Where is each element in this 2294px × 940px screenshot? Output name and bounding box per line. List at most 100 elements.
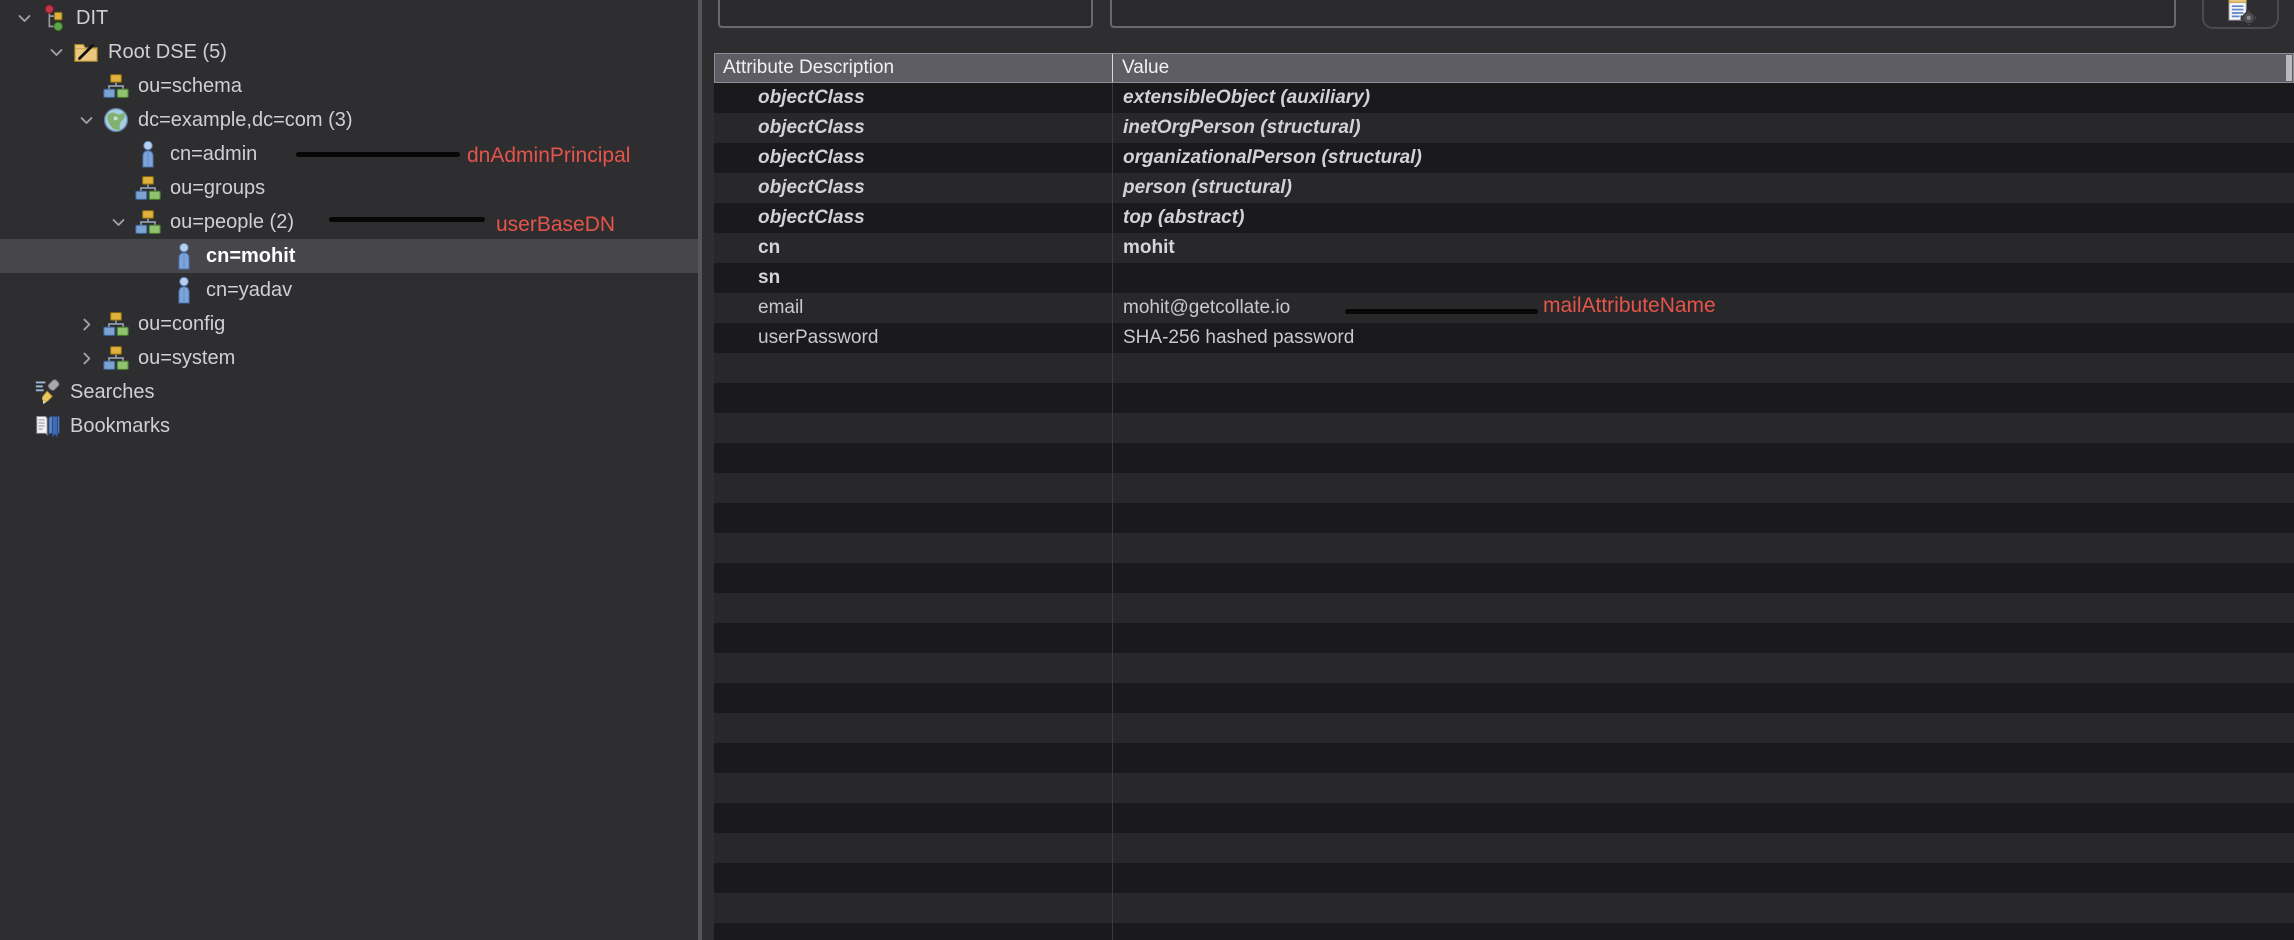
table-row-empty[interactable] bbox=[714, 473, 2294, 503]
chevron-down-icon[interactable] bbox=[70, 103, 102, 137]
tree-item-label: ou=config bbox=[138, 313, 225, 336]
attribute-value: top (abstract) bbox=[1123, 207, 1244, 229]
top-input-right[interactable] bbox=[1110, 0, 2176, 28]
tree-item-label: ou=system bbox=[138, 347, 235, 370]
table-row-empty[interactable] bbox=[714, 563, 2294, 593]
table-row-empty[interactable] bbox=[714, 683, 2294, 713]
tree-item-label: dc=example,dc=com (3) bbox=[138, 109, 353, 132]
attribute-table-body: objectClass extensibleObject (auxiliary)… bbox=[714, 83, 2294, 940]
org-unit-icon bbox=[102, 343, 129, 373]
annotation-line-user-base-dn bbox=[329, 217, 485, 222]
attribute-name: objectClass bbox=[758, 207, 865, 229]
tree-item-ou-system[interactable]: ou=system bbox=[0, 341, 698, 375]
attribute-value: mohit@getcollate.io bbox=[1123, 297, 1290, 319]
table-row-empty[interactable] bbox=[714, 803, 2294, 833]
dit-icon bbox=[40, 3, 67, 33]
column-header-attribute-description[interactable]: Attribute Description bbox=[715, 54, 1112, 82]
tree-item-label: Root DSE (5) bbox=[108, 41, 227, 64]
annotation-line-mail-attribute-name bbox=[1345, 309, 1538, 314]
expander-placeholder bbox=[138, 239, 170, 273]
table-row-empty[interactable] bbox=[714, 593, 2294, 623]
attribute-value: mohit bbox=[1123, 237, 1175, 259]
folder-edit-icon bbox=[72, 37, 99, 67]
annotation-label-mail-attribute-name: mailAttributeName bbox=[1543, 294, 1716, 318]
table-row[interactable]: userPassword SHA-256 hashed password bbox=[714, 323, 2294, 353]
table-row-empty[interactable] bbox=[714, 713, 2294, 743]
chevron-down-icon[interactable] bbox=[8, 1, 40, 35]
tree-item-label: ou=groups bbox=[170, 177, 265, 200]
table-row-empty[interactable] bbox=[714, 623, 2294, 653]
attribute-value: extensibleObject (auxiliary) bbox=[1123, 87, 1370, 109]
table-row[interactable]: sn bbox=[714, 263, 2294, 293]
tree-item-searches[interactable]: Searches bbox=[0, 375, 698, 409]
tree-item-ou-groups[interactable]: ou=groups bbox=[0, 171, 698, 205]
tree-item-cn-mohit[interactable]: cn=mohit bbox=[0, 239, 698, 273]
table-row-empty[interactable] bbox=[714, 923, 2294, 940]
table-row-empty[interactable] bbox=[714, 413, 2294, 443]
table-row-empty[interactable] bbox=[714, 383, 2294, 413]
tree-item-label: ou=schema bbox=[138, 75, 242, 98]
table-row-empty[interactable] bbox=[714, 353, 2294, 383]
table-row-empty[interactable] bbox=[714, 773, 2294, 803]
attribute-name: objectClass bbox=[758, 117, 865, 139]
tree-item-root-dse-5[interactable]: Root DSE (5) bbox=[0, 35, 698, 69]
tree-item-dit[interactable]: DIT bbox=[0, 1, 698, 35]
attribute-value: organizationalPerson (structural) bbox=[1123, 147, 1422, 169]
table-row[interactable]: objectClass top (abstract) bbox=[714, 203, 2294, 233]
table-row[interactable]: objectClass extensibleObject (auxiliary) bbox=[714, 83, 2294, 113]
attribute-name: cn bbox=[758, 237, 780, 259]
attribute-table: Attribute Description Value objectClass … bbox=[714, 53, 2294, 940]
table-row[interactable]: cn mohit bbox=[714, 233, 2294, 263]
table-row-empty[interactable] bbox=[714, 863, 2294, 893]
chevron-right-icon[interactable] bbox=[70, 341, 102, 375]
chevron-right-icon[interactable] bbox=[70, 307, 102, 341]
globe-icon bbox=[102, 105, 129, 135]
table-row[interactable]: objectClass organizationalPerson (struct… bbox=[714, 143, 2294, 173]
attribute-name: sn bbox=[758, 267, 780, 289]
ldap-browser-tree-panel: DIT Root DSE (5) ou=schema dc=example,dc… bbox=[0, 0, 698, 940]
tree-item-label: Bookmarks bbox=[70, 415, 170, 438]
expander-placeholder bbox=[102, 137, 134, 171]
chevron-down-icon[interactable] bbox=[40, 35, 72, 69]
table-row[interactable]: objectClass inetOrgPerson (structural) bbox=[714, 113, 2294, 143]
tree-item-dc-example-dc-com-3[interactable]: dc=example,dc=com (3) bbox=[0, 103, 698, 137]
org-unit-icon bbox=[134, 173, 161, 203]
chevron-down-icon[interactable] bbox=[102, 205, 134, 239]
person-icon bbox=[170, 275, 197, 305]
column-header-label: Value bbox=[1122, 57, 1169, 79]
table-row-empty[interactable] bbox=[714, 893, 2294, 923]
attribute-name: email bbox=[758, 297, 803, 319]
attribute-name: objectClass bbox=[758, 87, 865, 109]
tree-item-ou-schema[interactable]: ou=schema bbox=[0, 69, 698, 103]
searches-icon bbox=[34, 377, 61, 407]
table-row-empty[interactable] bbox=[714, 743, 2294, 773]
attribute-value: inetOrgPerson (structural) bbox=[1123, 117, 1361, 139]
table-row-empty[interactable] bbox=[714, 533, 2294, 563]
column-header-label: Attribute Description bbox=[723, 57, 894, 79]
table-row[interactable]: email mohit@getcollate.io bbox=[714, 293, 2294, 323]
header-scroll-corner bbox=[2286, 55, 2292, 81]
expander-placeholder bbox=[70, 69, 102, 103]
tree-item-bookmarks[interactable]: Bookmarks bbox=[0, 409, 698, 443]
tree-item-cn-yadav[interactable]: cn=yadav bbox=[0, 273, 698, 307]
table-row-empty[interactable] bbox=[714, 443, 2294, 473]
attribute-name: objectClass bbox=[758, 177, 865, 199]
attribute-value: SHA-256 hashed password bbox=[1123, 327, 1354, 349]
attribute-value: person (structural) bbox=[1123, 177, 1292, 199]
table-row-empty[interactable] bbox=[714, 503, 2294, 533]
table-row[interactable]: objectClass person (structural) bbox=[714, 173, 2294, 203]
tree-item-label: cn=yadav bbox=[206, 279, 292, 302]
table-row-empty[interactable] bbox=[714, 833, 2294, 863]
tree-item-ou-config[interactable]: ou=config bbox=[0, 307, 698, 341]
bookmarks-icon bbox=[34, 411, 61, 441]
expander-placeholder bbox=[138, 273, 170, 307]
attribute-name: userPassword bbox=[758, 327, 878, 349]
attribute-name: objectClass bbox=[758, 147, 865, 169]
entry-editor-settings-button[interactable] bbox=[2202, 0, 2279, 29]
column-header-value[interactable]: Value bbox=[1112, 54, 2293, 82]
annotation-label-dn-admin-principal: dnAdminPrincipal bbox=[467, 144, 630, 168]
attribute-table-header: Attribute Description Value bbox=[714, 53, 2294, 83]
person-icon bbox=[134, 139, 161, 169]
top-input-left[interactable] bbox=[718, 0, 1093, 28]
table-row-empty[interactable] bbox=[714, 653, 2294, 683]
